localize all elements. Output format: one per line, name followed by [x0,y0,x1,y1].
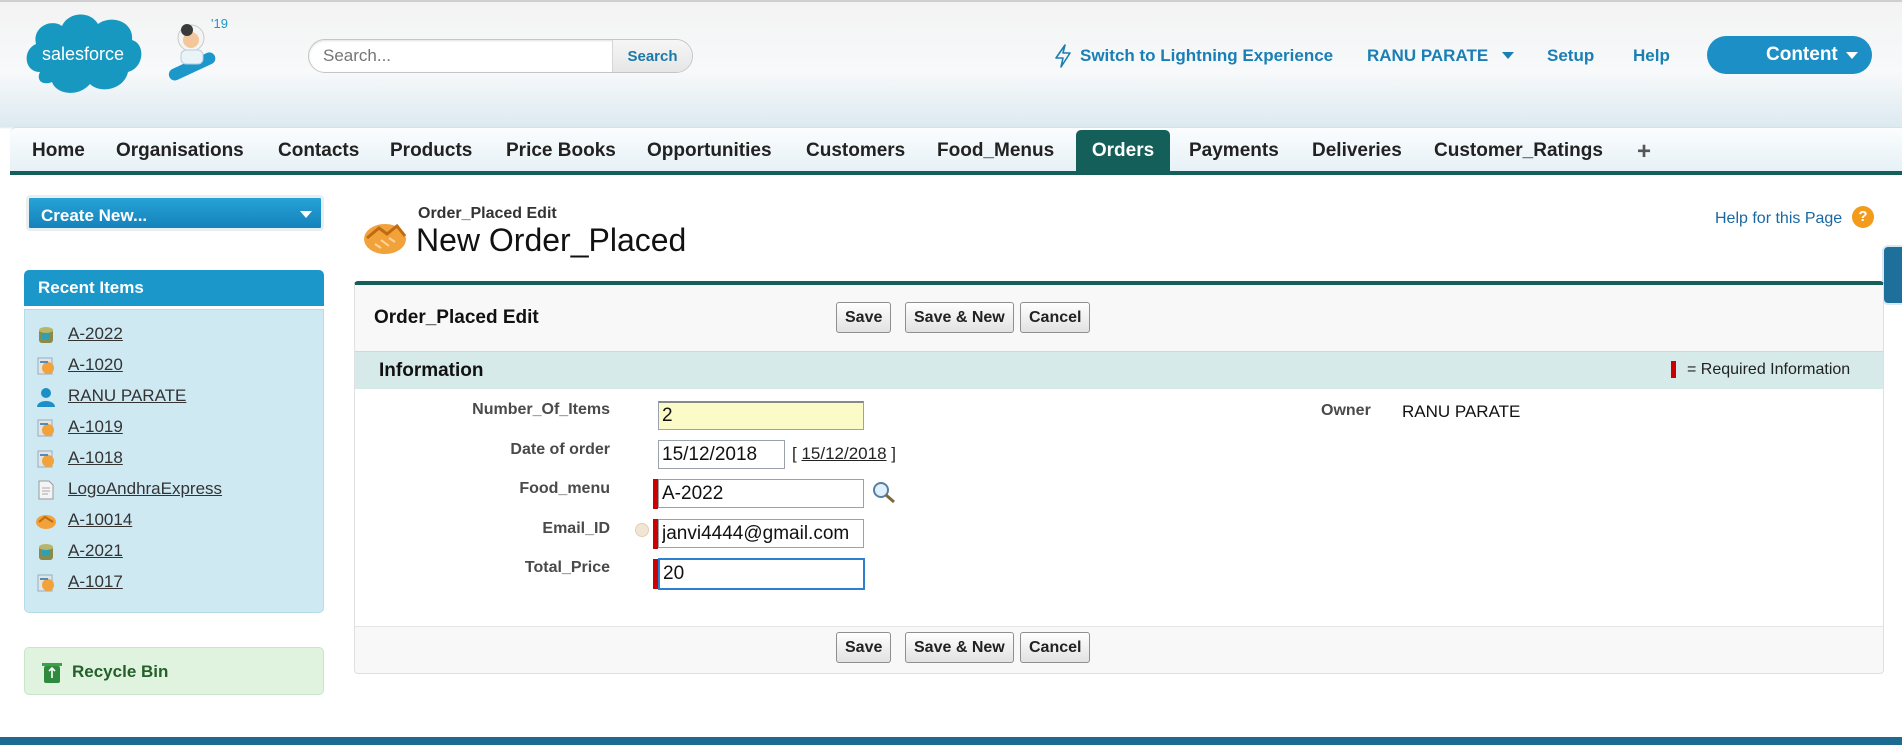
handshake-icon [36,515,56,529]
search-input[interactable] [309,40,614,72]
page-title: New Order_Placed [416,222,687,258]
tab-payments[interactable]: Payments [1179,130,1289,172]
logo-text: salesforce [42,44,124,64]
help-icon[interactable]: ? [1852,206,1874,228]
search-button[interactable]: Search [612,40,692,72]
today-date-link[interactable]: [ 15/12/2018 ] [792,444,896,464]
recycle-bin-icon [42,663,62,683]
lightning-bolt-icon [1055,44,1071,68]
total-price-label: Total_Price [524,559,610,576]
tab-price-books[interactable]: Price Books [496,130,626,172]
page-subtitle: Order_Placed Edit [418,205,557,222]
lookup-icon[interactable] [871,480,897,504]
number-of-items-input[interactable] [658,401,864,430]
info-hint-icon[interactable] [635,523,649,537]
tab-orders[interactable]: Orders [1076,130,1170,172]
save-button[interactable]: Save [836,302,892,333]
document-icon [38,480,54,500]
email-id-label: Email_ID [542,520,610,537]
recent-item-label[interactable]: A-2022 [68,324,123,344]
recent-item-label[interactable]: LogoAndhraExpress [68,479,222,499]
help-for-page-link[interactable]: Help for this Page [1715,210,1842,228]
order-icon [37,357,54,375]
date-of-order-label: Date of order [510,441,610,458]
setup-link[interactable]: Setup [1547,46,1594,66]
section-title: Information [379,360,484,381]
recycle-bin-link[interactable]: Recycle Bin [24,647,324,695]
recycle-bin-label: Recycle Bin [72,662,169,681]
information-section-header: Information = Required Information [355,351,1883,389]
tab-home[interactable]: Home [22,130,95,172]
recent-item-label[interactable]: A-2021 [68,541,123,561]
save-and-new-button-bottom[interactable]: Save & New [905,632,1014,663]
cancel-button[interactable]: Cancel [1020,302,1091,333]
tab-customer-ratings[interactable]: Customer_Ratings [1424,130,1613,172]
app-menu-caret-icon[interactable] [1846,52,1858,59]
owner-value: RANU PARATE [1402,402,1521,421]
required-legend: = Required Information [1687,361,1851,378]
cancel-button-bottom[interactable]: Cancel [1020,632,1091,663]
food-menu-input[interactable] [658,479,864,508]
tab-deliveries[interactable]: Deliveries [1302,130,1412,172]
help-link[interactable]: Help [1633,46,1670,66]
handshake-icon [364,223,407,254]
tab-products[interactable]: Products [380,130,482,172]
order-icon [37,574,54,592]
app-frame: salesforce '19 Search Switch to Lightnin… [0,0,1902,737]
add-tab-icon[interactable]: + [1637,138,1651,166]
date-of-order-input[interactable] [658,440,785,469]
owner-label: Owner [1321,402,1371,419]
email-id-input[interactable] [658,519,864,548]
tab-contacts[interactable]: Contacts [268,130,369,172]
create-new-caret-icon[interactable] [300,211,312,218]
mascot-badge: '19 [211,16,228,31]
food-menu-icon [39,544,53,560]
edit-panel: Order_Placed Edit Save Save & New Cancel… [354,281,1884,674]
salesforce-logo[interactable]: salesforce [20,10,146,96]
recent-item-label[interactable]: A-10014 [68,510,132,530]
side-panel-toggle[interactable] [1882,245,1902,305]
user-menu-caret-icon[interactable] [1502,52,1514,59]
recent-item-label[interactable]: RANU PARATE [68,386,186,406]
order-icon [37,450,54,468]
save-button-bottom[interactable]: Save [836,632,892,663]
recent-item-label[interactable]: A-1018 [68,448,123,468]
user-menu[interactable]: RANU PARATE [1367,46,1488,66]
astro-mascot-icon: '19 [168,16,228,81]
global-search: Search [308,39,693,73]
tab-customers[interactable]: Customers [796,130,915,172]
create-new-menu[interactable]: Create New... [26,195,324,231]
form-fields: Number_Of_Items Date of order [ 15/12/20… [355,389,1883,627]
tab-food-menus[interactable]: Food_Menus [927,130,1064,172]
food-menu-label: Food_menu [519,480,610,497]
recent-items-list: A-2022 A-1020 RANU PARATE A-1019 A-1018 … [24,309,324,613]
panel-title: Order_Placed Edit [374,307,539,328]
tab-opportunities[interactable]: Opportunities [637,130,782,172]
recent-item-label[interactable]: A-1017 [68,572,123,592]
save-and-new-button[interactable]: Save & New [905,302,1014,333]
order-icon [37,419,54,437]
today-date-value[interactable]: 15/12/2018 [801,444,886,463]
food-menu-icon [39,327,53,343]
total-price-input[interactable] [658,558,865,590]
tab-bar: Home Organisations Contacts Products Pri… [10,127,1902,175]
recent-item-label[interactable]: A-1019 [68,417,123,437]
number-of-items-label: Number_Of_Items [472,401,610,418]
recent-items-title: Recent Items [38,278,144,297]
required-marker [1671,361,1676,378]
tab-organisations[interactable]: Organisations [106,130,254,172]
recent-items-header: Recent Items [24,270,324,306]
switch-to-lightning-link[interactable]: Switch to Lightning Experience [1080,46,1333,66]
user-icon [37,388,55,407]
recent-item-label[interactable]: A-1020 [68,355,123,375]
create-new-label: Create New... [41,206,148,225]
